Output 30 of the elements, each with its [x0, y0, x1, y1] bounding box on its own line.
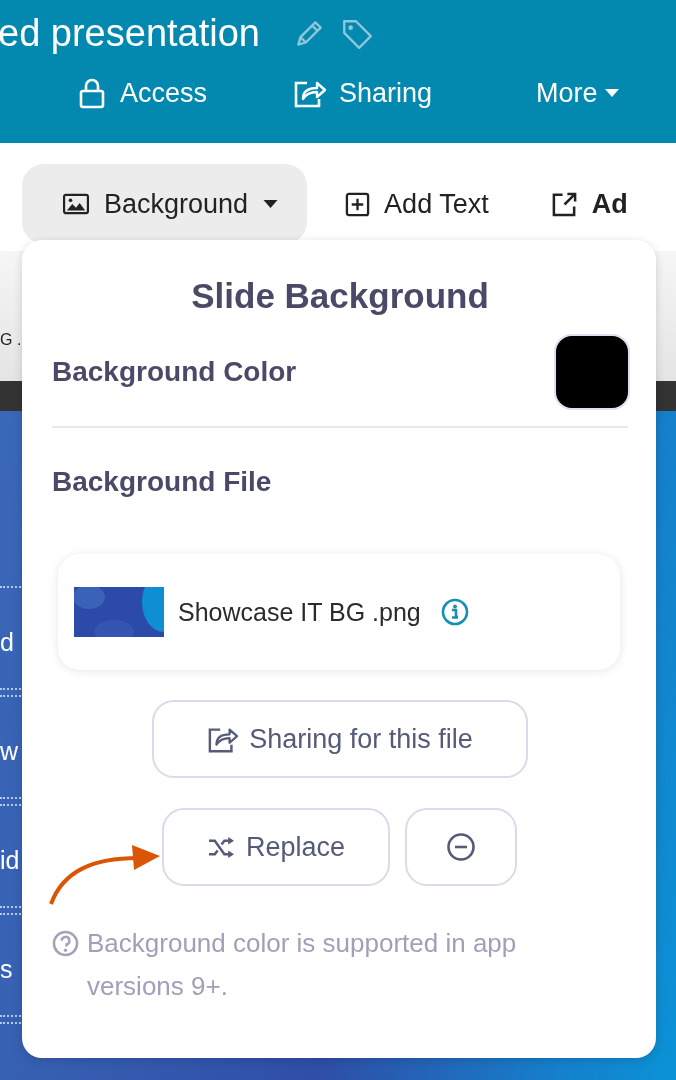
caret-icon: [262, 199, 280, 209]
nav-item[interactable]: More: [536, 77, 620, 109]
section-label: Background Color: [52, 356, 297, 388]
external-link-icon: [550, 190, 578, 218]
slide-text: w: [0, 736, 19, 767]
remove-button[interactable]: [405, 808, 517, 886]
section-label: Background File: [52, 466, 273, 498]
toolbar-button[interactable]: Background: [22, 164, 308, 244]
info-icon[interactable]: [440, 598, 469, 626]
toolbar-button[interactable]: Ad: [526, 164, 628, 244]
slide-text: d: [0, 627, 14, 658]
shuffle-icon: [206, 834, 236, 860]
help-icon: [52, 930, 79, 957]
plus-square-icon: [345, 191, 371, 217]
help-note: Background color is supported in app versions 9+.: [87, 927, 518, 1003]
file-name: G .: [0, 331, 22, 349]
image-icon: [62, 193, 90, 215]
file-name: Showcase IT BG .png: [178, 597, 421, 627]
nav-item[interactable]: Access: [76, 77, 208, 109]
caret-icon: [603, 88, 620, 98]
toolbar-button[interactable]: Add Text: [321, 164, 513, 244]
minus-circle-icon: [446, 832, 476, 862]
nav-item[interactable]: Sharing: [293, 77, 433, 109]
replace-button[interactable]: Replace: [162, 808, 390, 886]
popover-title: Slide Background: [190, 276, 490, 316]
slide-text: id: [0, 845, 20, 876]
color-swatch[interactable]: [554, 334, 630, 410]
slide-text: s: [0, 954, 13, 985]
document-title: ed presentation: [0, 12, 260, 55]
sharing-button[interactable]: Sharing for this file: [152, 700, 528, 778]
